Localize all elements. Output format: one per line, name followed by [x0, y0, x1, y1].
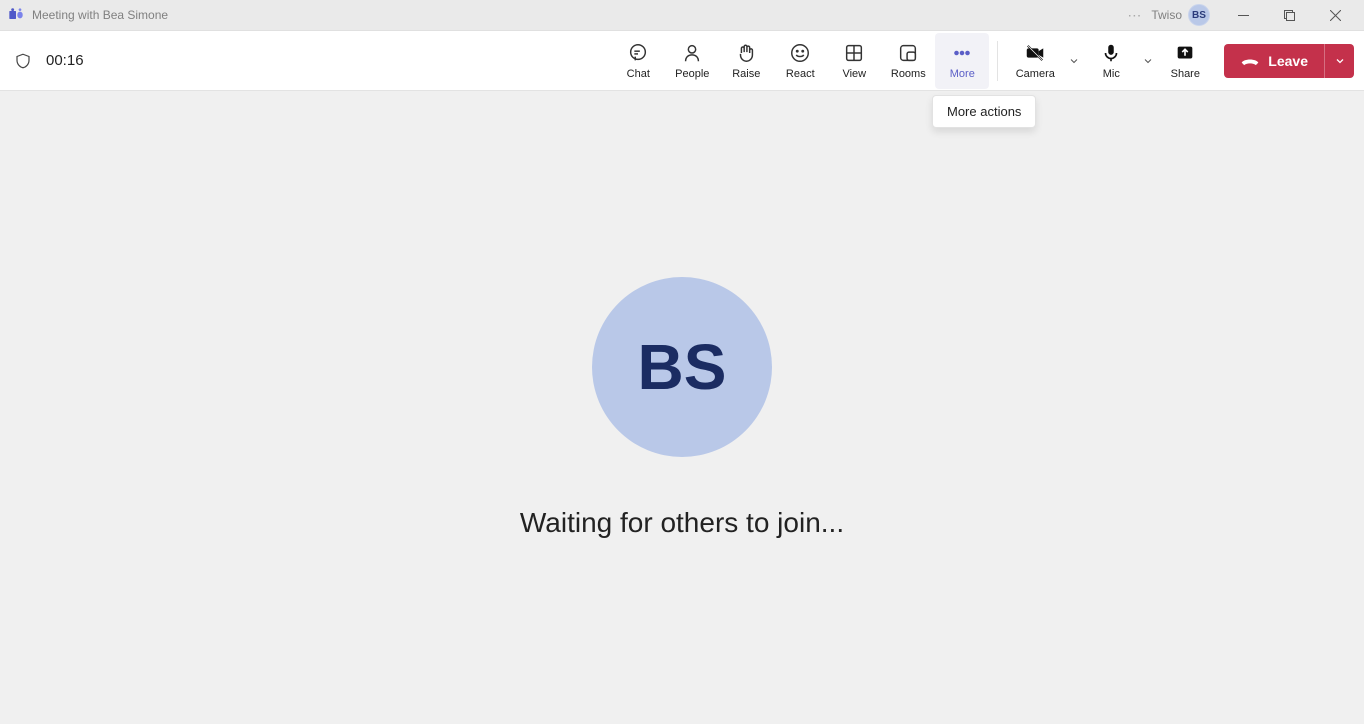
chat-icon [627, 42, 649, 64]
window-title: Meeting with Bea Simone [32, 8, 168, 22]
camera-dropdown[interactable] [1064, 33, 1084, 89]
mic-button[interactable]: Mic [1084, 33, 1138, 89]
organization-label: Twiso [1151, 8, 1182, 22]
call-timer: 00:16 [46, 52, 84, 69]
mic-dropdown[interactable] [1138, 33, 1158, 89]
separator [997, 41, 998, 81]
share-icon [1174, 42, 1196, 64]
share-label: Share [1171, 68, 1200, 80]
camera-button[interactable]: Camera [1006, 33, 1064, 89]
waiting-text: Waiting for others to join... [520, 507, 844, 539]
people-icon [681, 42, 703, 64]
react-label: React [786, 68, 815, 80]
chat-button[interactable]: Chat [611, 33, 665, 89]
meeting-toolbar: 00:16 Chat People Raise React [0, 31, 1364, 91]
raise-button[interactable]: Raise [719, 33, 773, 89]
raise-label: Raise [732, 68, 760, 80]
phone-down-icon [1240, 54, 1260, 68]
window-close[interactable] [1312, 0, 1358, 31]
toolbar-left: 00:16 [14, 52, 84, 70]
mic-label: Mic [1103, 68, 1120, 80]
titlebar-ellipsis[interactable]: ⋯ [1127, 7, 1141, 24]
more-label: More [950, 68, 975, 80]
user-avatar-small[interactable]: BS [1188, 4, 1210, 26]
leave-label: Leave [1268, 53, 1308, 69]
titlebar: Meeting with Bea Simone ⋯ Twiso BS [0, 0, 1364, 31]
teams-icon [8, 7, 24, 23]
more-tooltip: More actions [932, 95, 1036, 128]
rooms-button[interactable]: Rooms [881, 33, 935, 89]
view-label: View [842, 68, 866, 80]
camera-label: Camera [1016, 68, 1055, 80]
window-minimize[interactable] [1220, 0, 1266, 31]
chat-label: Chat [627, 68, 650, 80]
react-icon [789, 42, 811, 64]
mic-icon [1100, 42, 1122, 64]
more-icon [951, 42, 973, 64]
participant-avatar: BS [592, 277, 772, 457]
titlebar-right: ⋯ Twiso BS [1127, 0, 1358, 31]
window-maximize[interactable] [1266, 0, 1312, 31]
meeting-content: BS Waiting for others to join... [0, 91, 1364, 724]
leave-button[interactable]: Leave [1224, 44, 1324, 78]
titlebar-left: Meeting with Bea Simone [8, 7, 1127, 23]
share-button[interactable]: Share [1158, 33, 1212, 89]
rooms-label: Rooms [891, 68, 926, 80]
rooms-icon [897, 42, 919, 64]
leave-dropdown[interactable] [1324, 44, 1354, 78]
shield-icon[interactable] [14, 52, 32, 70]
view-icon [843, 42, 865, 64]
leave-group: Leave [1224, 44, 1354, 78]
toolbar-buttons: Chat People Raise React View [611, 33, 1354, 89]
camera-off-icon [1023, 42, 1047, 64]
more-button[interactable]: More [935, 33, 989, 89]
people-button[interactable]: People [665, 33, 719, 89]
people-label: People [675, 68, 709, 80]
raise-hand-icon [735, 42, 757, 64]
view-button[interactable]: View [827, 33, 881, 89]
react-button[interactable]: React [773, 33, 827, 89]
